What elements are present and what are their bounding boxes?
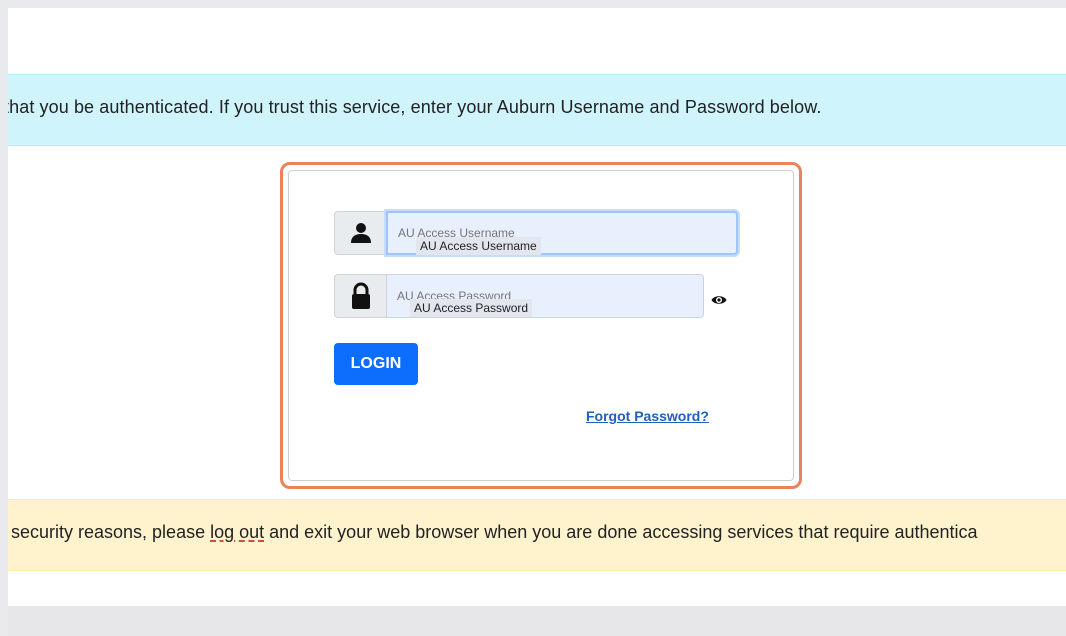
warning-text-before: r security reasons, please [8,522,211,542]
username-input[interactable] [386,211,738,255]
forgot-password-link[interactable]: Forgot Password? [586,408,709,424]
warning-banner-text: r security reasons, please log out and e… [8,522,978,543]
login-button[interactable]: LOGIN [334,343,418,385]
login-page: that you be authenticated. If you trust … [8,8,1066,636]
logout-link[interactable]: log out [210,522,264,542]
password-input[interactable] [386,274,704,318]
password-input-group [334,274,704,318]
info-banner: that you be authenticated. If you trust … [8,74,1066,146]
eye-icon[interactable] [710,293,728,307]
footer-bar [8,606,1066,636]
user-icon [334,211,386,255]
info-banner-text: that you be authenticated. If you trust … [8,97,822,117]
username-input-group [334,211,738,255]
warning-banner: r security reasons, please log out and e… [8,499,1066,571]
lock-icon [334,274,386,318]
warning-text-after: and exit your web browser when you are d… [264,522,978,542]
